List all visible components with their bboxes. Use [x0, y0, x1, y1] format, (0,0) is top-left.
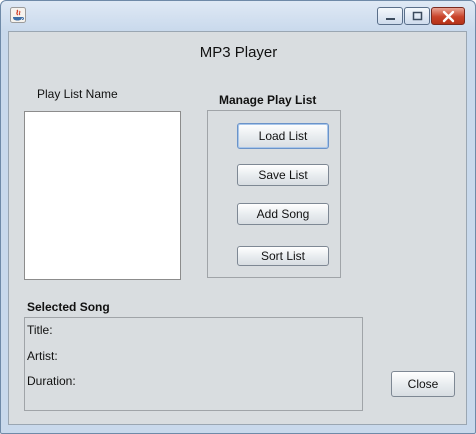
- save-list-button[interactable]: Save List: [237, 164, 329, 186]
- manage-playlist-heading: Manage Play List: [219, 93, 317, 107]
- java-app-icon: [10, 7, 26, 23]
- sort-list-button[interactable]: Sort List: [237, 246, 329, 266]
- selected-song-heading: Selected Song: [27, 300, 110, 314]
- maximize-button[interactable]: [404, 7, 430, 25]
- minimize-icon: [386, 18, 395, 20]
- playlist-listbox[interactable]: [24, 111, 181, 280]
- playlist-name-label: Play List Name: [37, 87, 118, 101]
- title-bar[interactable]: [1, 1, 475, 31]
- close-x-icon: [442, 10, 455, 23]
- close-button[interactable]: Close: [391, 371, 455, 397]
- duration-label: Duration:: [27, 374, 76, 388]
- title-label: Title:: [27, 323, 53, 337]
- content-panel: MP3 Player Play List Name Manage Play Li…: [8, 31, 467, 425]
- add-song-button[interactable]: Add Song: [237, 203, 329, 225]
- app-title: MP3 Player: [199, 44, 278, 61]
- app-window: MP3 Player Play List Name Manage Play Li…: [0, 0, 476, 434]
- minimize-button[interactable]: [377, 7, 403, 25]
- window-close-button[interactable]: [431, 7, 465, 25]
- selected-song-panel: [24, 317, 363, 411]
- artist-label: Artist:: [27, 349, 58, 363]
- maximize-icon: [412, 11, 423, 21]
- load-list-button[interactable]: Load List: [237, 123, 329, 149]
